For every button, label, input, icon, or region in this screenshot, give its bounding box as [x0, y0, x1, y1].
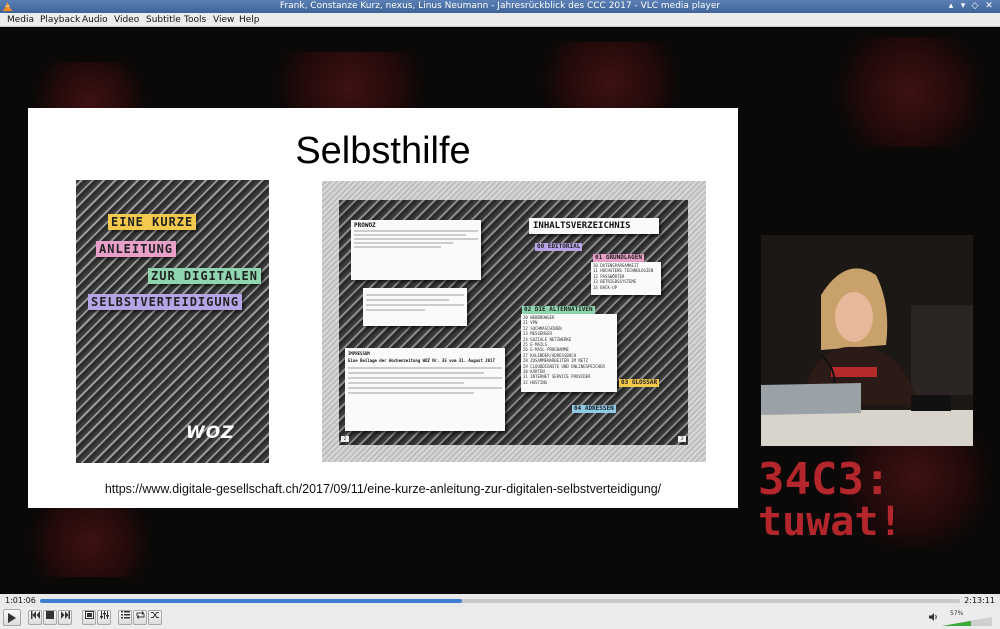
menu-video[interactable]: Video	[114, 13, 139, 27]
menu-media[interactable]: Media	[7, 13, 34, 27]
toc-title: INHALTSVERZEICHNIS	[533, 221, 631, 231]
toc-section: 01 GRUNDLAGEN	[593, 254, 644, 262]
background-splatter	[10, 507, 170, 577]
seek-slider[interactable]	[40, 599, 960, 603]
presentation-slide: Selbsthilfe EINE KURZE ANLEITUNG ZUR DIG…	[28, 108, 738, 508]
toc-title-box: INHALTSVERZEICHNIS	[529, 218, 659, 234]
menu-tools[interactable]: Tools	[184, 13, 206, 27]
menu-help[interactable]: Help	[239, 13, 260, 27]
menu-view[interactable]: View	[213, 13, 234, 27]
toc-section: 03 GLOSSAR	[619, 379, 660, 387]
next-icon	[60, 611, 70, 619]
speaker-video-inset	[761, 235, 973, 446]
volume-icon[interactable]	[929, 613, 938, 624]
volume-track	[942, 617, 992, 626]
playlist-icon	[120, 611, 130, 619]
toc-section: 04 ADRESSEN	[572, 405, 616, 413]
grundlagen-list: 10 DATENSPARSAMKEIT 11 HOCHSTENS TECHNOL…	[591, 262, 661, 295]
maximize-icon[interactable]: ◇	[970, 1, 980, 11]
alternativen-list: 20 WEBBROWSER 21 VPN 22 SUCHMASCHINEN 23…	[521, 314, 617, 392]
volume-level: 57%	[950, 610, 964, 617]
page-number: 3	[678, 436, 686, 442]
elapsed-time[interactable]: 1:01:06	[5, 596, 36, 605]
order-note	[363, 288, 467, 326]
total-time[interactable]: 2:13:11	[964, 596, 995, 605]
cover-line: ZUR DIGITALEN	[148, 268, 261, 284]
volume-fill	[942, 617, 971, 626]
playlist-button[interactable]	[118, 610, 132, 625]
cover-line: SELBSTVERTEIDIGUNG	[88, 294, 243, 310]
booklet-spread-pages: PROWOZ IMPRESSUM Eine Beilage der Wochen…	[339, 200, 688, 445]
background-splatter	[820, 37, 1000, 147]
previous-icon	[30, 611, 40, 619]
previous-button[interactable]	[28, 610, 42, 625]
slide-url: https://www.digitale-gesellschaft.ch/201…	[104, 482, 662, 496]
booklet-spread: PROWOZ IMPRESSUM Eine Beilage der Wochen…	[322, 181, 706, 462]
play-icon	[8, 613, 16, 623]
toc-section: 00 EDITORIAL	[535, 243, 583, 251]
fullscreen-icon	[84, 611, 94, 619]
window-title: Frank, Constanze Kurz, nexus, Linus Neum…	[279, 1, 721, 11]
slide-title: Selbsthilfe	[295, 130, 471, 172]
loop-icon	[136, 611, 144, 619]
next-button[interactable]	[58, 610, 72, 625]
menu-playback[interactable]: Playback	[40, 13, 80, 27]
toc-section: 02 DIE ALTERNATIVEN	[522, 306, 595, 314]
woz-logo: WOZ	[186, 423, 235, 443]
seek-slider-fill	[40, 599, 463, 603]
video-area[interactable]: Selbsthilfe EINE KURZE ANLEITUNG ZUR DIG…	[0, 27, 1000, 594]
fullscreen-button[interactable]	[82, 610, 96, 625]
cover-line: ANLEITUNG	[96, 241, 177, 257]
stop-icon	[46, 611, 54, 619]
list-item: 14 BACK-UP	[593, 284, 618, 290]
minimize-icon[interactable]: ▴	[946, 1, 956, 11]
shuffle-icon	[150, 612, 159, 618]
list-item: 32 HOSTING	[523, 379, 548, 385]
volume-slider[interactable]: 57%	[942, 610, 992, 626]
random-button[interactable]	[148, 610, 162, 625]
impressum-note: IMPRESSUM Eine Beilage der Wochenzeitung…	[345, 348, 505, 431]
close-icon[interactable]: ✕	[984, 1, 994, 11]
menu-subtitle[interactable]: Subtitle	[146, 13, 181, 27]
cover-line: EINE KURZE	[108, 214, 197, 230]
speaker-icon	[929, 613, 937, 621]
shade-icon[interactable]: ▾	[958, 1, 968, 11]
event-logo-line: tuwat!	[758, 499, 903, 545]
seek-bar: 1:01:06 2:13:11	[0, 594, 1000, 607]
prowoz-note: PROWOZ	[351, 220, 481, 280]
stop-button[interactable]	[43, 610, 57, 625]
impressum-heading: IMPRESSUM	[348, 351, 370, 356]
speaker-image	[761, 235, 973, 446]
loop-button[interactable]	[133, 610, 147, 625]
window-titlebar[interactable]: Frank, Constanze Kurz, nexus, Linus Neum…	[0, 0, 1000, 13]
menu-bar: Media Playback Audio Video Subtitle Tool…	[0, 13, 1000, 27]
event-logo-line: 34C3:	[758, 454, 891, 505]
booklet-cover: EINE KURZE ANLEITUNG ZUR DIGITALEN SELBS…	[76, 180, 269, 463]
menu-audio[interactable]: Audio	[82, 13, 108, 27]
extended-settings-button[interactable]	[97, 610, 111, 625]
page-number: 2	[341, 436, 349, 442]
playback-controls: 57%	[0, 607, 1000, 629]
equalizer-icon	[99, 611, 109, 619]
prowoz-label: PROWOZ	[354, 222, 376, 229]
impressum-subtitle: Eine Beilage der Wochenzeitung WOZ Nr. 3…	[348, 358, 495, 364]
event-logo: 34C3: tuwat!	[758, 454, 958, 559]
play-button[interactable]	[3, 609, 21, 626]
